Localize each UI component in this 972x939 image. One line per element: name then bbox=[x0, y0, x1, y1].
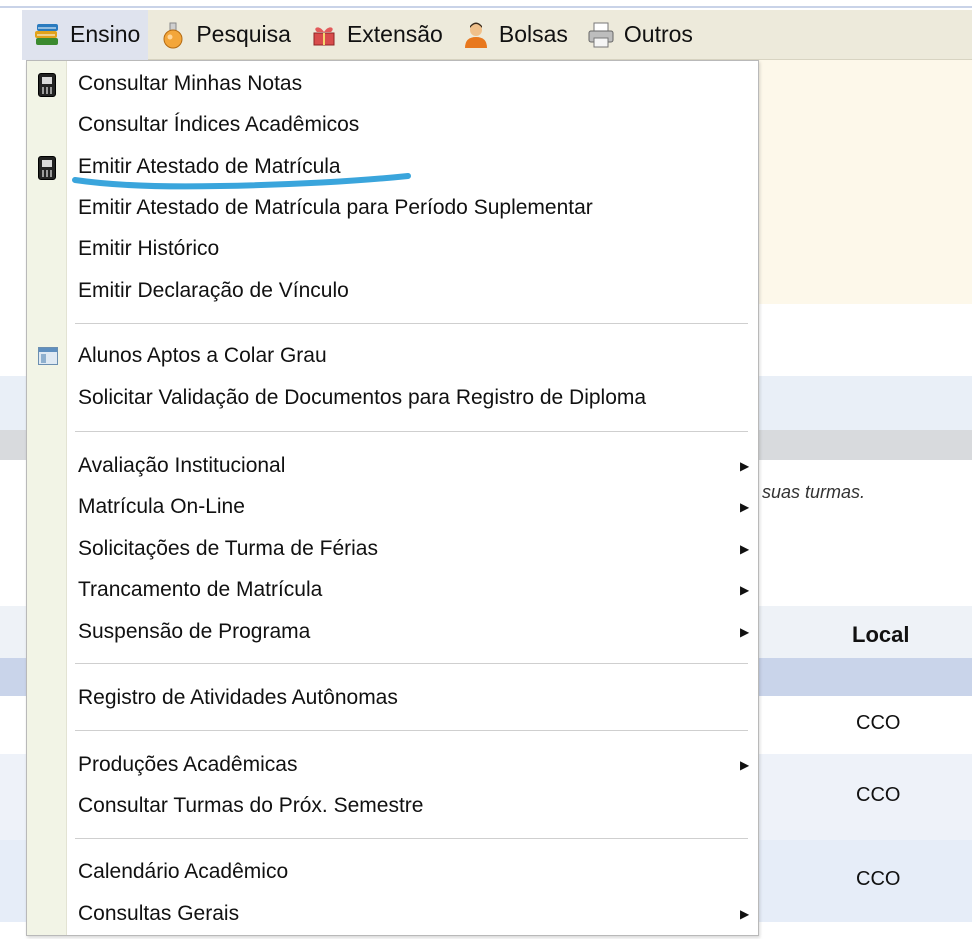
menu-item-label: Avaliação Institucional bbox=[78, 454, 286, 477]
menu-item-label: Suspensão de Programa bbox=[78, 620, 311, 643]
menu-separator bbox=[75, 730, 748, 731]
menu-pesquisa[interactable]: Pesquisa bbox=[148, 10, 299, 60]
menu-item-label: Emitir Atestado de Matrícula para Períod… bbox=[78, 196, 593, 219]
menu-item-label: Solicitar Validação de Documentos para R… bbox=[78, 386, 647, 409]
table-cell-local: CCO bbox=[856, 868, 901, 890]
menu-separator bbox=[75, 838, 748, 839]
menu-item-consultar-indices[interactable]: Consultar Índices Acadêmicos bbox=[27, 105, 758, 145]
menu-item-matricula-online[interactable]: Matrícula On-Line ▶ bbox=[27, 487, 758, 527]
menu-pesquisa-label: Pesquisa bbox=[196, 21, 291, 47]
submenu-arrow-icon: ▶ bbox=[740, 907, 750, 921]
submenu-arrow-icon: ▶ bbox=[740, 500, 750, 514]
page-banner bbox=[758, 60, 972, 304]
menu-bolsas[interactable]: Bolsas bbox=[451, 10, 576, 60]
table-header-local: Local bbox=[852, 622, 910, 647]
flask-icon bbox=[158, 20, 188, 50]
submenu-arrow-icon: ▶ bbox=[740, 542, 750, 556]
printer-icon bbox=[586, 20, 616, 50]
menu-item-suspensao[interactable]: Suspensão de Programa ▶ bbox=[27, 612, 758, 652]
menu-item-emitir-declaracao[interactable]: Emitir Declaração de Vínculo bbox=[27, 271, 758, 311]
menu-outros[interactable]: Outros bbox=[576, 10, 701, 60]
menu-item-label: Alunos Aptos a Colar Grau bbox=[78, 344, 327, 367]
menu-item-label: Calendário Acadêmico bbox=[78, 860, 289, 883]
menu-separator bbox=[75, 323, 748, 324]
submenu-arrow-icon: ▶ bbox=[740, 625, 750, 639]
menu-extensao-label: Extensão bbox=[346, 21, 443, 47]
menu-item-label: Matrícula On-Line bbox=[78, 495, 245, 518]
menu-item-producoes-academicas[interactable]: Produções Acadêmicas ▶ bbox=[27, 745, 758, 785]
menu-item-label: Trancamento de Matrícula bbox=[78, 578, 323, 601]
books-icon bbox=[32, 20, 62, 50]
phone-icon bbox=[38, 73, 56, 97]
menu-item-label: Consultar Minhas Notas bbox=[78, 72, 303, 95]
menu-item-label: Solicitações de Turma de Férias bbox=[78, 537, 378, 560]
menu-ensino[interactable]: Ensino bbox=[22, 9, 149, 60]
submenu-arrow-icon: ▶ bbox=[740, 758, 750, 772]
menu-item-label: Emitir Histórico bbox=[78, 237, 220, 260]
menu-item-avaliacao-institucional[interactable]: Avaliação Institucional ▶ bbox=[27, 446, 758, 486]
phone-icon bbox=[38, 156, 56, 180]
menu-item-turma-ferias[interactable]: Solicitações de Turma de Férias ▶ bbox=[27, 529, 758, 569]
window-icon bbox=[38, 347, 58, 365]
page-note: suas turmas. bbox=[762, 482, 866, 502]
menu-item-calendario[interactable]: Calendário Acadêmico bbox=[27, 852, 758, 892]
menu-item-solicitar-validacao[interactable]: Solicitar Validação de Documentos para R… bbox=[27, 378, 758, 418]
menu-item-emitir-atestado-suplementar[interactable]: Emitir Atestado de Matrícula para Períod… bbox=[27, 188, 758, 228]
menu-extensao[interactable]: Extensão bbox=[299, 10, 451, 60]
highlight-underline bbox=[72, 173, 411, 190]
menu-separator bbox=[75, 663, 748, 664]
menu-item-label: Consultas Gerais bbox=[78, 902, 240, 925]
main-menubar: Ensino Pesquisa Extensão Bolsas Outros bbox=[22, 9, 972, 60]
table-cell-local: CCO bbox=[856, 784, 901, 806]
top-border bbox=[0, 0, 972, 8]
menu-item-label: Consultar Turmas do Próx. Semestre bbox=[78, 794, 424, 817]
submenu-arrow-icon: ▶ bbox=[740, 459, 750, 473]
menu-item-turmas-proximo-semestre[interactable]: Consultar Turmas do Próx. Semestre bbox=[27, 786, 758, 826]
menu-item-trancamento[interactable]: Trancamento de Matrícula ▶ bbox=[27, 570, 758, 610]
menu-item-consultar-notas[interactable]: Consultar Minhas Notas bbox=[27, 64, 758, 104]
table-cell-local: CCO bbox=[856, 712, 901, 734]
menu-item-alunos-aptos[interactable]: Alunos Aptos a Colar Grau bbox=[27, 336, 758, 376]
menu-separator bbox=[75, 431, 748, 432]
menu-ensino-label: Ensino bbox=[70, 21, 141, 47]
menu-item-consultas-gerais[interactable]: Consultas Gerais ▶ bbox=[27, 894, 758, 934]
menu-item-label: Produções Acadêmicas bbox=[78, 753, 298, 776]
menu-item-label: Emitir Declaração de Vínculo bbox=[78, 279, 349, 302]
submenu-arrow-icon: ▶ bbox=[740, 583, 750, 597]
menu-item-atividades-autonomas[interactable]: Registro de Atividades Autônomas bbox=[27, 678, 758, 718]
menu-outros-label: Outros bbox=[623, 21, 693, 47]
menu-item-label: Consultar Índices Acadêmicos bbox=[78, 113, 360, 136]
heart-box-icon bbox=[309, 20, 339, 50]
menu-item-emitir-historico[interactable]: Emitir Histórico bbox=[27, 229, 758, 269]
person-icon bbox=[461, 20, 491, 50]
menu-bolsas-label: Bolsas bbox=[498, 21, 568, 47]
menu-item-label: Registro de Atividades Autônomas bbox=[78, 686, 398, 709]
